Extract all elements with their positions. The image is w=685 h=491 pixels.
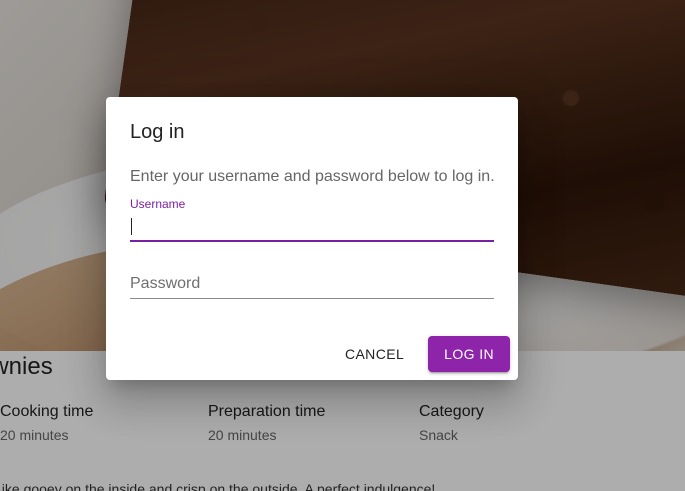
username-underline <box>130 240 494 242</box>
text-caret <box>131 218 132 235</box>
login-button[interactable]: LOG IN <box>428 336 510 372</box>
cancel-button[interactable]: CANCEL <box>329 336 420 372</box>
page: ownies Cooking time 20 minutes Preparati… <box>0 0 685 491</box>
password-field: Password <box>130 267 494 301</box>
username-label: Username <box>130 197 186 211</box>
password-underline <box>130 298 494 299</box>
dialog-title: Log in <box>130 121 185 143</box>
username-input[interactable] <box>130 215 494 237</box>
username-field: Username <box>130 197 494 243</box>
dialog-actions: CANCEL LOG IN <box>329 336 510 372</box>
dialog-description: Enter your username and password below t… <box>130 168 495 185</box>
password-input[interactable] <box>130 275 494 297</box>
login-dialog: Log in Enter your username and password … <box>106 97 518 380</box>
